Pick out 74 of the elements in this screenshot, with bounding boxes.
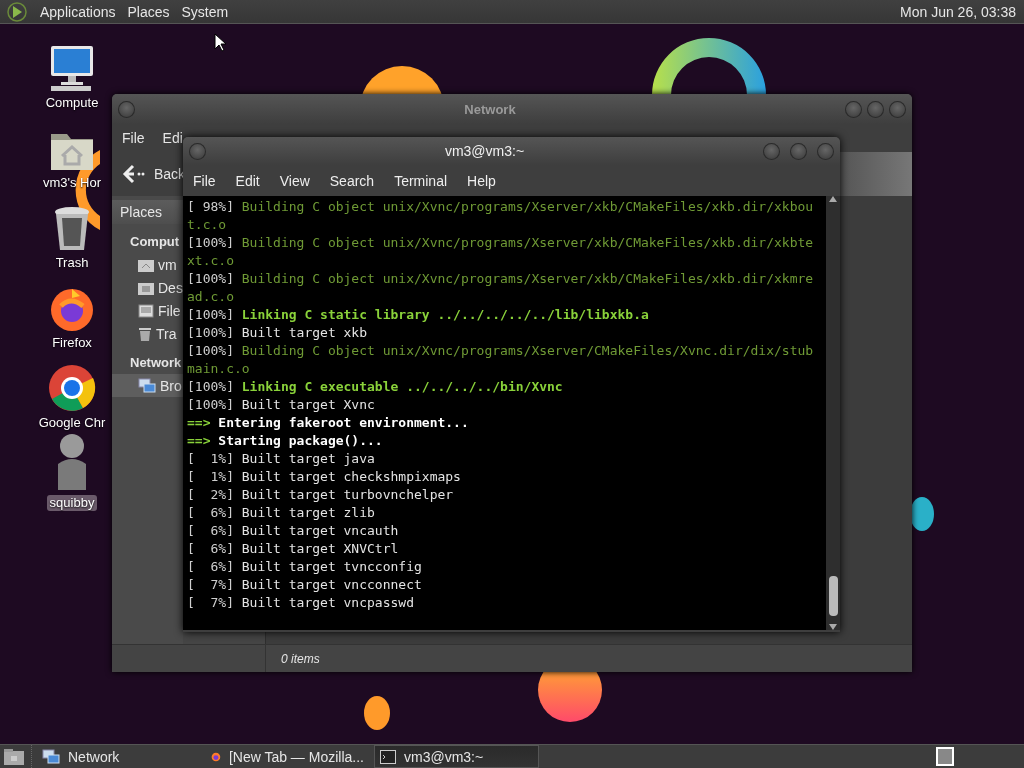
scrollbar-thumb[interactable]	[828, 576, 838, 616]
wallpaper-blob	[364, 696, 390, 730]
network-icon[interactable]	[138, 377, 156, 394]
down-arrow-icon[interactable]	[829, 624, 837, 630]
sidebar-item[interactable]: vm	[158, 256, 177, 273]
menu-item[interactable]: Search	[329, 172, 375, 189]
terminal-line: [ 6%] Built target vncauth	[187, 522, 400, 540]
icon-label: Firefox	[51, 335, 93, 351]
terminal-line: [ 1%] Built target checkshmpixmaps	[187, 468, 462, 486]
show-desktop-icon[interactable]	[3, 747, 25, 766]
terminal-line: ad.c.o	[187, 288, 235, 306]
network-icon	[42, 748, 60, 765]
menu-item[interactable]: File	[122, 130, 145, 146]
browser-icon[interactable]	[48, 364, 96, 412]
terminal-line: t.c.o	[187, 216, 228, 234]
taskbar-button[interactable]: Network	[36, 745, 201, 768]
workspace-button[interactable]	[936, 747, 954, 766]
menu-item[interactable]: Edi	[162, 130, 183, 146]
window-title: vm3@vm3:~	[443, 143, 526, 159]
terminal-line: [ 6%] Built target tvncconfig	[187, 558, 423, 576]
menu-item[interactable]: Terminal	[394, 172, 448, 189]
sidebar-heading: Comput	[129, 233, 181, 251]
terminal-line: [ 98%] Building C object unix/Xvnc/programs/Xserver/xkb/CMakeFiles/xkb.dir/xkbou	[187, 198, 815, 216]
browser-icon[interactable]	[49, 286, 95, 332]
sidebar-item[interactable]: File	[158, 302, 181, 319]
terminal-line: [ 1%] Built target java	[187, 450, 376, 468]
terminal-line: [100%] Linking C executable ../../../../bin/Xvnc	[187, 378, 564, 396]
sidebar-item[interactable]: Des	[158, 279, 183, 296]
taskbar-button[interactable]: vm3@vm3:~	[374, 745, 539, 768]
window-title: Network	[463, 101, 517, 117]
wallpaper-blob	[910, 497, 934, 531]
panel-menu[interactable]: System	[181, 3, 229, 20]
terminal-line: [ 7%] Built target vncconnect	[187, 576, 423, 594]
icon-label: Google Chr	[37, 415, 107, 431]
scrollbar[interactable]	[826, 196, 840, 630]
status-text: 0 items	[280, 651, 320, 666]
terminal-line: main.c.o	[187, 360, 251, 378]
terminal-line: ==> Starting package()...	[187, 432, 384, 450]
up-arrow-icon[interactable]	[829, 196, 837, 202]
terminal-line: [100%] Building C object unix/Xvnc/programs/Xserver/CMakeFiles/Xvnc.dir/dix/stub	[187, 342, 815, 360]
menu-item[interactable]: File	[193, 172, 216, 189]
terminal-line: [100%] Built target Xvnc	[187, 396, 376, 414]
trash-icon[interactable]	[52, 206, 92, 252]
sidebar-heading: Network	[129, 354, 183, 372]
terminal-line: [100%] Building C object unix/Xvnc/programs/Xserver/xkb/CMakeFiles/xkb.dir/xkbte	[187, 234, 815, 252]
sidebar-tab[interactable]: Places	[112, 200, 183, 224]
back-button[interactable]: Back	[154, 166, 186, 182]
back-arrow-icon[interactable]	[122, 164, 146, 184]
terminal-line: [ 6%] Built target XNVCtrl	[187, 540, 400, 558]
taskbar-button[interactable]: [New Tab — Mozilla...	[205, 745, 370, 768]
terminal-line: [100%] Linking C static library ../../../../../lib/libxkb.a	[187, 306, 650, 324]
terminal-line: [ 7%] Built target vncpasswd	[187, 594, 415, 612]
folder-icon[interactable]	[138, 280, 154, 295]
terminal-line: xt.c.o	[187, 252, 235, 270]
logo-icon[interactable]	[6, 0, 28, 23]
panel-menu[interactable]: Places	[127, 3, 170, 20]
cursor-icon	[214, 33, 226, 52]
terminal-line: [100%] Built target xkb	[187, 324, 369, 342]
terminal-line: ==> Entering fakeroot environment...	[187, 414, 470, 432]
icon-label: Trash	[54, 255, 90, 271]
terminal-line: [ 6%] Built target zlib	[187, 504, 376, 522]
clock[interactable]: Mon Jun 26, 03:38	[900, 3, 1016, 20]
icon-label: Compute	[44, 95, 100, 111]
terminal-line: [ 2%] Built target turbovnchelper	[187, 486, 455, 504]
icon-label: squibby	[46, 495, 98, 511]
menu-item[interactable]: Help	[467, 172, 496, 189]
terminal-line: [100%] Building C object unix/Xvnc/programs/Xserver/xkb/CMakeFiles/xkb.dir/xkmre	[187, 270, 815, 288]
home-folder-icon[interactable]	[138, 257, 154, 272]
panel-menu[interactable]: Applications	[40, 3, 116, 20]
menu-item[interactable]: Edit	[235, 172, 260, 189]
terminal-icon	[380, 749, 396, 764]
sidebar-item[interactable]: Tra	[156, 325, 177, 342]
drive-icon[interactable]	[138, 303, 154, 318]
menu-item[interactable]: View	[279, 172, 310, 189]
